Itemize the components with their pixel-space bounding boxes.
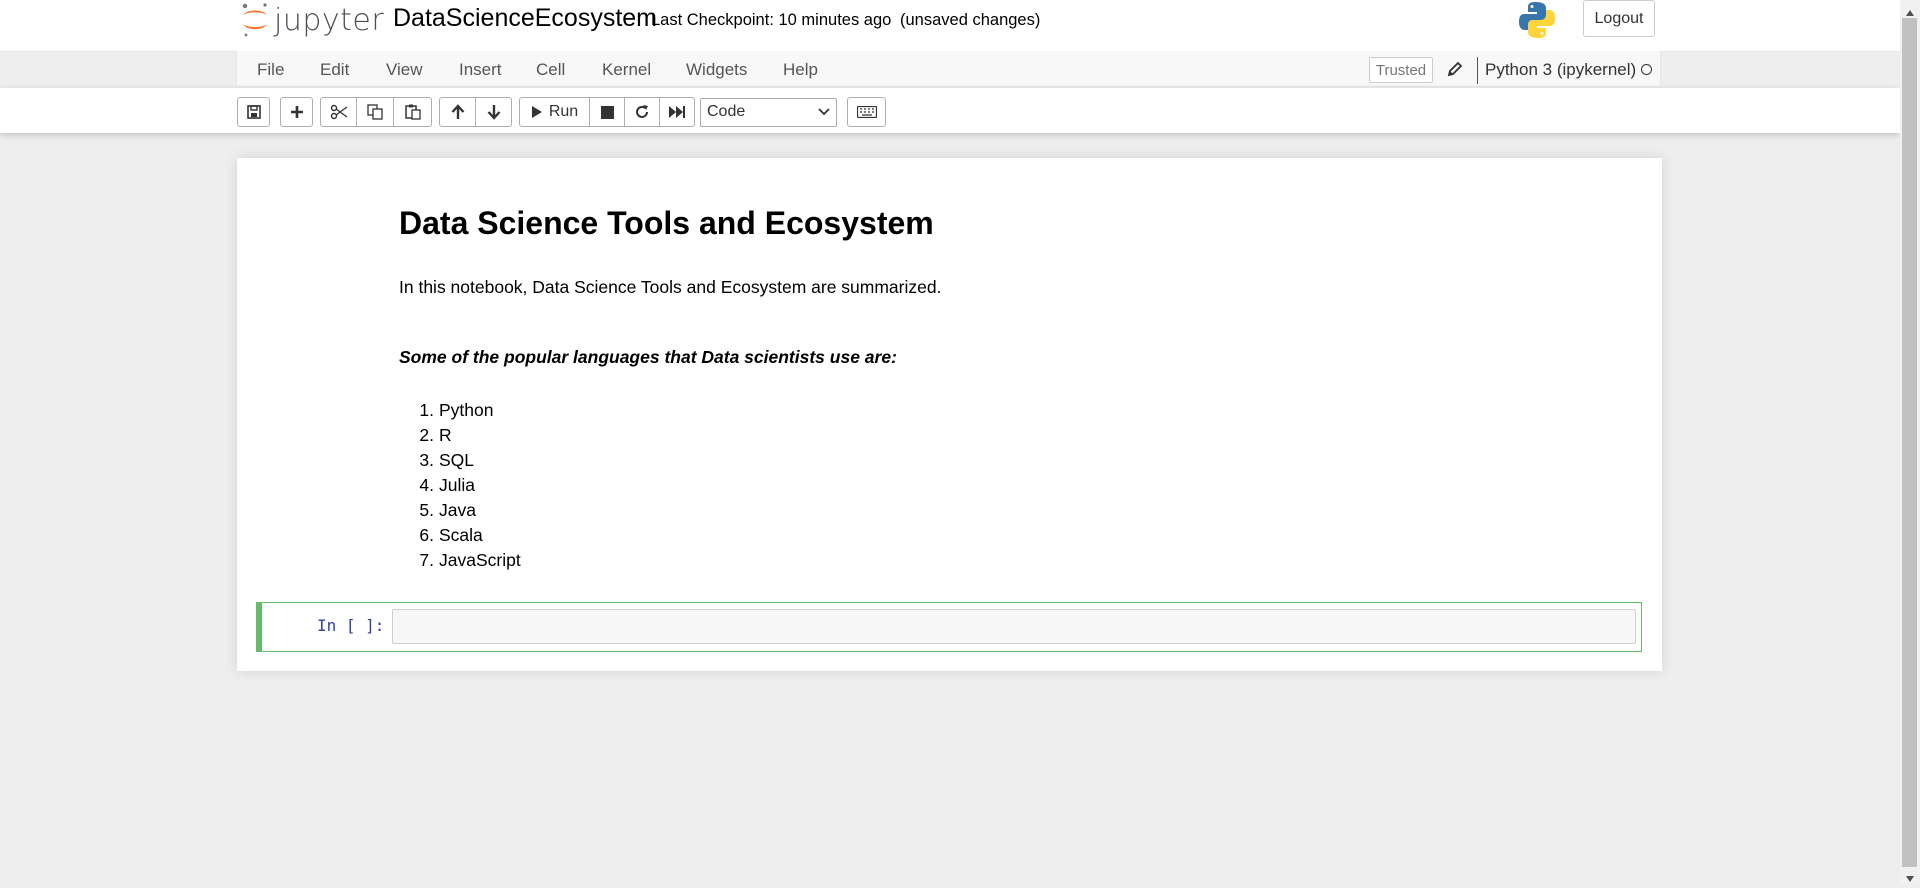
pencil-icon[interactable] bbox=[1447, 61, 1463, 82]
stop-icon bbox=[600, 105, 614, 119]
keyboard-icon bbox=[856, 106, 877, 118]
move-up-button[interactable] bbox=[439, 97, 476, 127]
cut-button[interactable] bbox=[320, 97, 357, 127]
list-item-text: SQL bbox=[439, 450, 475, 470]
scissors-icon bbox=[330, 104, 347, 120]
python-logo-icon bbox=[1518, 0, 1556, 45]
restart-run-all-button[interactable] bbox=[660, 97, 695, 127]
notebook-name[interactable]: DataScienceEcosystem bbox=[393, 4, 657, 33]
plus-icon bbox=[290, 106, 303, 118]
save-icon bbox=[246, 105, 261, 119]
scrollbar-thumb[interactable] bbox=[1902, 18, 1917, 867]
menu-help[interactable]: Help bbox=[783, 60, 818, 80]
menu-widgets[interactable]: Widgets bbox=[686, 60, 747, 80]
save-button[interactable] bbox=[237, 97, 270, 127]
list-item-text: R bbox=[439, 425, 452, 445]
scroll-up-arrow-icon[interactable] bbox=[1905, 4, 1915, 22]
restart-button[interactable] bbox=[625, 97, 660, 127]
input-prompt: In [ ]: bbox=[317, 616, 385, 635]
paste-icon bbox=[404, 104, 421, 120]
kernel-name[interactable]: Python 3 (ipykernel) bbox=[1485, 60, 1636, 80]
list-item: 2. R bbox=[399, 423, 521, 448]
jupyter-logo[interactable]: jupyter bbox=[240, 2, 384, 38]
jupyter-wordmark: jupyter bbox=[274, 2, 385, 38]
run-label: Run bbox=[548, 103, 579, 120]
list-item-text: Python bbox=[439, 400, 494, 420]
paste-button[interactable] bbox=[394, 97, 432, 127]
list-number: 1. bbox=[419, 400, 434, 420]
restart-icon bbox=[636, 105, 648, 118]
kernel-idle-indicator-icon bbox=[1641, 64, 1652, 75]
copy-icon bbox=[367, 104, 383, 120]
list-item: 4. Julia bbox=[399, 473, 521, 498]
arrow-down-icon bbox=[487, 105, 500, 120]
menu-file[interactable]: File bbox=[257, 60, 284, 80]
list-item: 5. Java bbox=[399, 498, 521, 523]
copy-button[interactable] bbox=[357, 97, 394, 127]
list-item-text: JavaScript bbox=[439, 550, 521, 570]
move-down-button[interactable] bbox=[476, 97, 512, 127]
interrupt-button[interactable] bbox=[590, 97, 625, 127]
markdown-paragraph: In this notebook, Data Science Tools and… bbox=[399, 277, 942, 297]
list-item-text: Scala bbox=[439, 525, 483, 545]
fast-forward-icon bbox=[669, 106, 685, 118]
cell-type-select[interactable]: Code bbox=[700, 98, 837, 127]
arrow-up-icon bbox=[451, 104, 464, 119]
list-number: 6. bbox=[419, 525, 434, 545]
command-palette-button[interactable] bbox=[847, 97, 886, 127]
menu-view[interactable]: View bbox=[386, 60, 423, 80]
list-number: 7. bbox=[419, 550, 434, 570]
code-editor-input[interactable] bbox=[392, 609, 1636, 644]
cell-selection-bar bbox=[256, 602, 262, 652]
list-item-text: Julia bbox=[439, 475, 475, 495]
chevron-down-icon bbox=[818, 108, 830, 116]
menu-kernel[interactable]: Kernel bbox=[602, 60, 651, 80]
list-item-text: Java bbox=[439, 500, 476, 520]
trusted-indicator[interactable]: Trusted bbox=[1369, 57, 1433, 83]
list-number: 3. bbox=[419, 450, 434, 470]
list-item: 7. JavaScript bbox=[399, 548, 521, 573]
list-item: 3. SQL bbox=[399, 448, 521, 473]
unsaved-changes-indicator: (unsaved changes) bbox=[900, 11, 1041, 29]
kernel-divider bbox=[1477, 57, 1478, 84]
cell-type-value: Code bbox=[707, 103, 746, 120]
run-button[interactable]: Run bbox=[519, 97, 590, 127]
list-number: 5. bbox=[419, 500, 434, 520]
languages-list: 1. Python 2. R 3. SQL 4. Julia 5. Java 6. Scal… bbox=[399, 398, 521, 573]
languages-heading: Some of the popular languages that Data … bbox=[399, 347, 897, 367]
play-icon bbox=[531, 106, 542, 118]
insert-cell-button[interactable] bbox=[280, 97, 313, 127]
menu-edit[interactable]: Edit bbox=[320, 60, 349, 80]
list-number: 2. bbox=[419, 425, 434, 445]
list-item: 1. Python bbox=[399, 398, 521, 423]
menu-insert[interactable]: Insert bbox=[459, 60, 502, 80]
markdown-heading: Data Science Tools and Ecosystem bbox=[399, 205, 934, 241]
list-number: 4. bbox=[419, 475, 434, 495]
list-item: 6. Scala bbox=[399, 523, 521, 548]
menu-cell[interactable]: Cell bbox=[536, 60, 565, 80]
scroll-down-arrow-icon[interactable] bbox=[1905, 870, 1915, 888]
logout-button[interactable]: Logout bbox=[1583, 0, 1655, 37]
jupyter-logo-icon bbox=[242, 3, 267, 37]
checkpoint-status: Last Checkpoint: 10 minutes ago bbox=[651, 11, 892, 29]
